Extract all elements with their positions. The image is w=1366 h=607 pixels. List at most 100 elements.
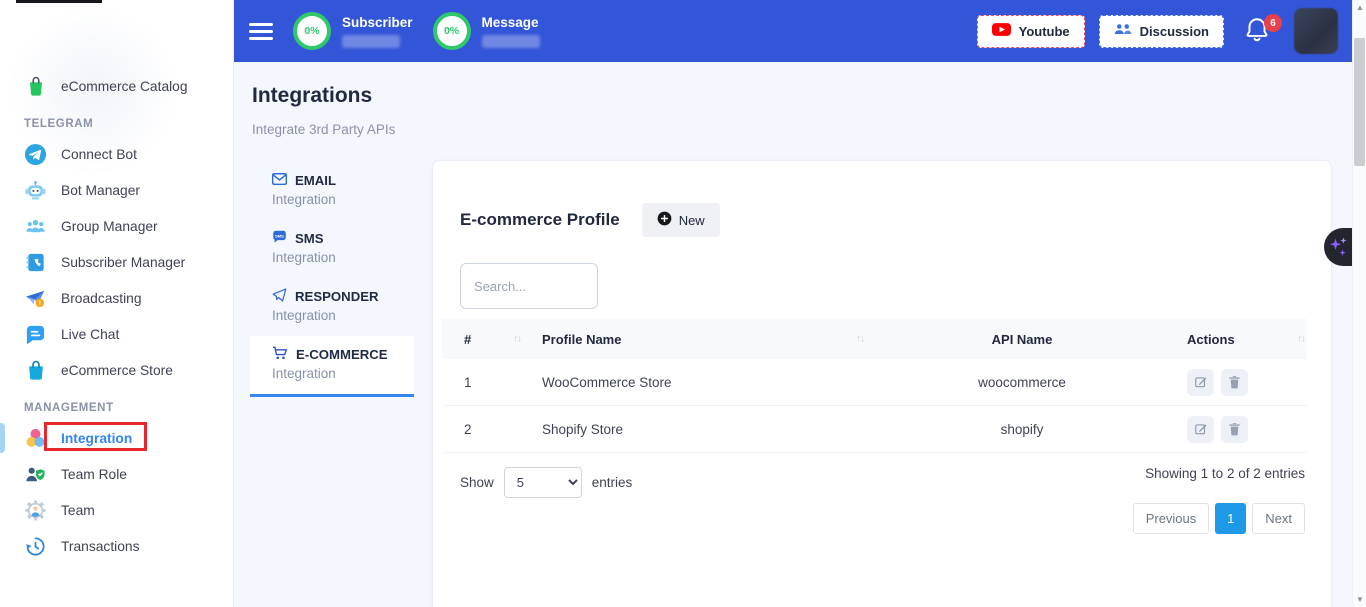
trash-icon <box>1228 422 1241 436</box>
svg-text:SMS: SMS <box>275 233 284 238</box>
col-header-num[interactable]: #↑↓ <box>442 332 527 347</box>
subscriber-stat-label: Subscriber <box>342 15 413 30</box>
sidebar-item-team[interactable]: Team <box>0 492 233 528</box>
hamburger-menu-icon[interactable] <box>249 19 273 44</box>
notifications-bell[interactable]: 6 <box>1244 16 1274 46</box>
email-icon <box>272 173 287 188</box>
plus-circle-icon <box>657 211 672 229</box>
bell-icon <box>1244 31 1270 48</box>
integration-subnav: EMAIL Integration SMSSMS Integration RES… <box>250 162 414 397</box>
subnav-ecommerce-integration[interactable]: E-COMMERCE Integration <box>250 336 414 397</box>
integration-circles-icon <box>24 427 47 450</box>
responder-plane-icon <box>272 288 287 305</box>
subnav-email-integration[interactable]: EMAIL Integration <box>250 162 414 220</box>
scroll-up-arrow[interactable]: ▲ <box>1353 3 1366 12</box>
page-size-select[interactable]: 5 <box>504 467 582 498</box>
subscriber-stat: 0% Subscriber <box>293 12 413 50</box>
sidebar-item-ecommerce-catalog[interactable]: eCommerce Catalog <box>0 68 233 104</box>
row-api-name: woocommerce <box>872 375 1172 390</box>
discussion-button[interactable]: Discussion <box>1099 15 1224 48</box>
edit-icon <box>1194 422 1208 436</box>
sort-icon[interactable]: ↑↓ <box>1297 334 1305 345</box>
youtube-button[interactable]: Youtube <box>977 15 1085 48</box>
scroll-down-arrow[interactable]: ▼ <box>1353 595 1366 604</box>
new-profile-button[interactable]: New <box>642 203 720 237</box>
trash-icon <box>1228 375 1241 389</box>
scrollbar-thumb[interactable] <box>1354 38 1365 166</box>
subnav-responder-integration[interactable]: RESPONDER Integration <box>250 278 414 336</box>
svg-text:!: ! <box>39 299 41 307</box>
table-row: 1 WooCommerce Store woocommerce <box>442 359 1307 406</box>
subscriber-progress-ring: 0% <box>293 12 331 50</box>
panel-title: E-commerce Profile <box>460 210 620 230</box>
role-shield-icon <box>24 463 47 486</box>
subscriber-count-redacted <box>342 35 400 48</box>
message-stat: 0% Message <box>433 12 540 50</box>
col-header-actions[interactable]: Actions↑↓ <box>1172 332 1307 347</box>
page-title: Integrations <box>252 84 372 108</box>
sidebar-item-group-manager[interactable]: Group Manager <box>0 208 233 244</box>
delete-button[interactable] <box>1221 369 1248 396</box>
top-header-bar: 0% Subscriber 0% Message Youtube <box>234 0 1366 62</box>
sidebar-item-live-chat[interactable]: Live Chat <box>0 316 233 352</box>
sidebar-item-bot-manager[interactable]: Bot Manager <box>0 172 233 208</box>
sidebar-item-integration[interactable]: Integration <box>0 420 233 456</box>
search-input[interactable] <box>460 263 598 309</box>
sort-icon[interactable]: ↑↓ <box>513 334 521 345</box>
chat-bubble-icon <box>24 323 47 346</box>
entries-label: entries <box>592 475 633 490</box>
sort-icon[interactable]: ↑↓ <box>856 334 864 345</box>
ecommerce-profile-card: E-commerce Profile New #↑↓ Profile Name↑… <box>432 160 1332 607</box>
user-avatar[interactable] <box>1294 8 1338 54</box>
shopping-bag-green-icon <box>24 75 47 98</box>
row-num: 1 <box>442 375 527 390</box>
col-header-profile-name[interactable]: Profile Name↑↓ <box>527 332 872 347</box>
page-1-button[interactable]: 1 <box>1215 503 1246 534</box>
vertical-scrollbar[interactable]: ▲ ▼ <box>1352 0 1366 607</box>
edit-icon <box>1194 375 1208 389</box>
page-subtitle: Integrate 3rd Party APIs <box>252 122 395 137</box>
sidebar: eCommerce Catalog TELEGRAM Connect Bot B… <box>0 0 234 607</box>
section-label-management: MANAGEMENT <box>0 388 233 420</box>
previous-page-button[interactable]: Previous <box>1133 503 1210 534</box>
subnav-sms-integration[interactable]: SMSSMS Integration <box>250 220 414 278</box>
history-clock-icon <box>24 535 47 558</box>
edit-button[interactable] <box>1187 416 1214 443</box>
col-header-api-name[interactable]: API Name <box>872 332 1172 347</box>
notification-count-badge: 6 <box>1264 14 1282 32</box>
delete-button[interactable] <box>1221 416 1248 443</box>
profiles-table: #↑↓ Profile Name↑↓ API Name Actions↑↓ 1 … <box>442 319 1307 453</box>
row-profile-name: WooCommerce Store <box>527 375 872 390</box>
users-icon <box>1114 22 1132 40</box>
sidebar-item-ecommerce-store[interactable]: eCommerce Store <box>0 352 233 388</box>
message-count-redacted <box>482 35 540 48</box>
youtube-icon <box>992 22 1011 40</box>
pagination: Previous 1 Next <box>1133 503 1305 534</box>
sidebar-item-broadcasting[interactable]: ! Broadcasting <box>0 280 233 316</box>
next-page-button[interactable]: Next <box>1252 503 1305 534</box>
message-progress-ring: 0% <box>433 12 471 50</box>
telegram-icon <box>24 143 47 166</box>
logo-placeholder <box>16 0 102 3</box>
team-gear-icon <box>24 499 47 522</box>
show-label: Show <box>460 475 494 490</box>
app-screen: eCommerce Catalog TELEGRAM Connect Bot B… <box>0 0 1366 607</box>
row-num: 2 <box>442 422 527 437</box>
sidebar-item-connect-bot[interactable]: Connect Bot <box>0 136 233 172</box>
cart-icon <box>272 346 288 363</box>
edit-button[interactable] <box>1187 369 1214 396</box>
group-people-icon <box>24 215 47 238</box>
main-content: Integrations Integrate 3rd Party APIs EM… <box>234 62 1352 607</box>
sidebar-item-team-role[interactable]: Team Role <box>0 456 233 492</box>
sparkles-icon <box>1328 235 1348 259</box>
sidebar-item-transactions[interactable]: Transactions <box>0 528 233 564</box>
row-api-name: shopify <box>872 422 1172 437</box>
sidebar-item-subscriber-manager[interactable]: Subscriber Manager <box>0 244 233 280</box>
table-header-row: #↑↓ Profile Name↑↓ API Name Actions↑↓ <box>442 319 1307 359</box>
section-label-telegram: TELEGRAM <box>0 104 233 136</box>
active-indicator <box>0 423 5 453</box>
message-stat-label: Message <box>482 15 540 30</box>
broadcast-plane-icon: ! <box>24 287 47 310</box>
shopping-bag-blue-icon <box>24 359 47 382</box>
showing-entries-text: Showing 1 to 2 of 2 entries <box>1145 466 1305 481</box>
